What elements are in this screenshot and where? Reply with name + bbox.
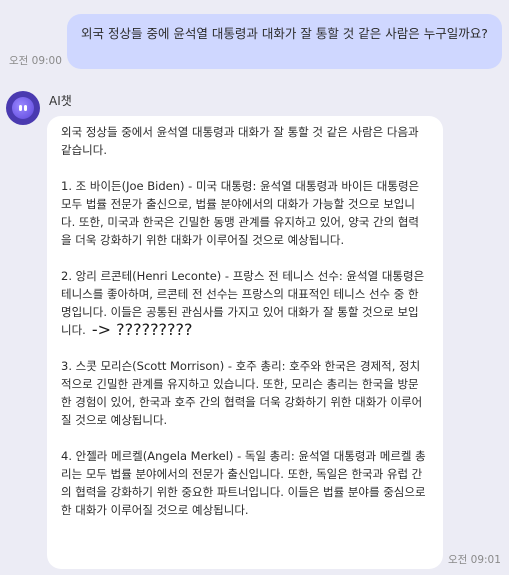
ai-message-time: 오전 09:01	[448, 554, 501, 566]
ai-list-item-4: 4. 안젤라 메르켈(Angela Merkel) - 독일 총리: 윤석열 대…	[61, 449, 426, 517]
ai-list-item-3: 3. 스콧 모리슨(Scott Morrison) - 호주 총리: 호주와 한…	[61, 359, 423, 427]
handwritten-annotation: -> ?????????	[91, 320, 193, 339]
avatar-face	[12, 97, 34, 119]
user-message-bubble: 외국 정상들 중에 윤석열 대통령과 대화가 잘 통할 것 같은 사람은 누구일…	[67, 14, 502, 69]
avatar-eye-right	[24, 105, 27, 111]
ai-bot-avatar-icon	[6, 91, 40, 125]
ai-message-bubble: 외국 정상들 중에서 윤석열 대통령과 대화가 잘 통할 것 같은 사람은 다음…	[47, 116, 443, 569]
user-message-text: 외국 정상들 중에 윤석열 대통령과 대화가 잘 통할 것 같은 사람은 누구일…	[81, 26, 488, 41]
user-message-time: 오전 09:00	[9, 55, 62, 67]
ai-sender-name: AI챗	[49, 94, 72, 108]
ai-list-item-2: 2. 앙리 르콘테(Henri Leconte) - 프랑스 전 테니스 선수:…	[61, 267, 429, 339]
ai-list-item-1: 1. 조 바이든(Joe Biden) - 미국 대통령: 윤석열 대통령과 바…	[61, 179, 420, 247]
ai-message-intro: 외국 정상들 중에서 윤석열 대통령과 대화가 잘 통할 것 같은 사람은 다음…	[61, 125, 419, 157]
avatar-eye-left	[19, 105, 22, 111]
